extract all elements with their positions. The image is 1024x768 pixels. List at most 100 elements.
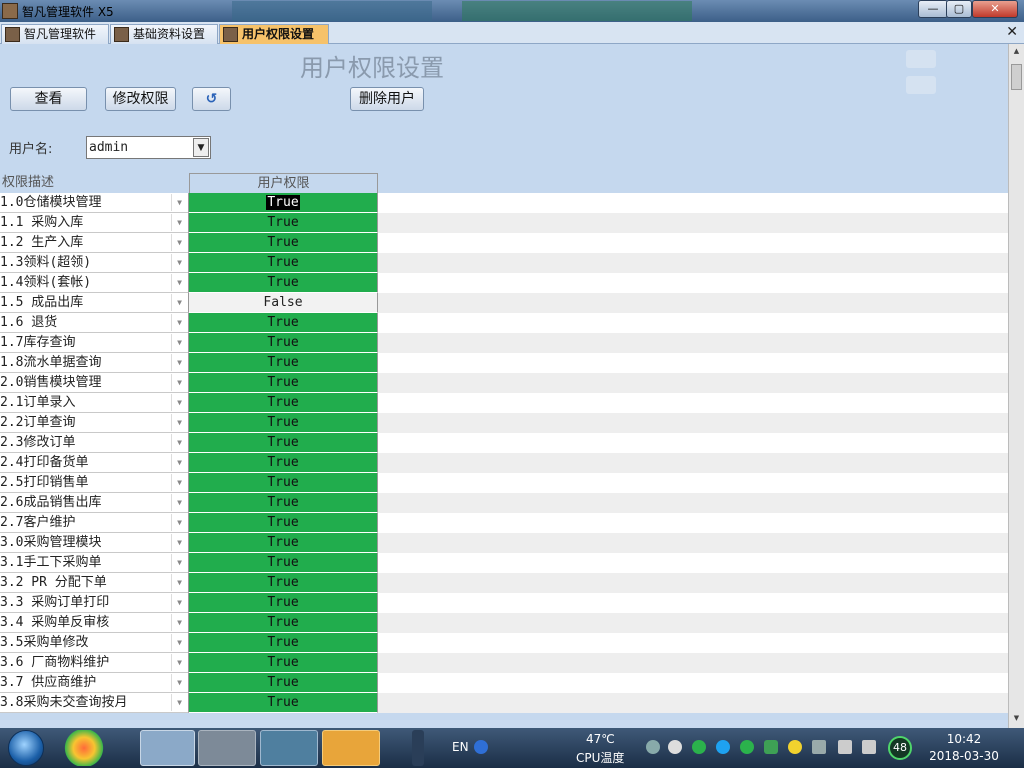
start-button[interactable] [8,730,44,766]
permission-description[interactable]: 1.6 退货 ▼ [0,313,189,333]
permission-description[interactable]: 1.4领料(套帐) ▼ [0,273,189,293]
permission-value-cell[interactable]: True [189,693,378,713]
chevron-down-icon[interactable]: ▼ [171,614,187,631]
column-header-permission[interactable]: 用户权限 [189,173,378,193]
chevron-down-icon[interactable]: ▼ [171,694,187,711]
taskbar-app-photo[interactable] [260,730,318,766]
minimize-button[interactable]: — [918,0,948,18]
chevron-down-icon[interactable]: ▼ [171,594,187,611]
close-button[interactable]: ✕ [972,0,1018,18]
permission-value-cell[interactable]: True [189,213,378,233]
permission-description[interactable]: 3.6 厂商物料维护 ▼ [0,653,189,673]
network-icon[interactable] [838,740,852,754]
taskbar-scroll[interactable] [412,730,424,766]
chevron-down-icon[interactable]: ▼ [171,554,187,571]
chevron-down-icon[interactable]: ▼ [171,254,187,271]
chevron-down-icon[interactable]: ▼ [171,274,187,291]
scroll-down-icon[interactable]: ▼ [1011,714,1022,726]
help-icon[interactable] [474,740,488,754]
chevron-down-icon[interactable]: ▼ [171,514,187,531]
green-app-icon[interactable] [692,740,706,754]
user-icon[interactable] [646,740,660,754]
chevron-down-icon[interactable]: ▼ [171,374,187,391]
chevron-down-icon[interactable]: ▼ [171,494,187,511]
permission-value-cell[interactable]: True [189,233,378,253]
taskbar-app-printer[interactable] [198,730,256,766]
permission-description[interactable]: 3.8采购未交查询按月 ▼ [0,693,189,713]
permission-description[interactable]: 3.4 采购单反审核 ▼ [0,613,189,633]
permission-value-cell[interactable]: True [189,333,378,353]
permission-description[interactable]: 2.4打印备货单 ▼ [0,453,189,473]
permission-value-cell[interactable]: True [189,553,378,573]
chevron-down-icon[interactable]: ▼ [171,314,187,331]
chevron-down-icon[interactable]: ▼ [171,654,187,671]
scroll-thumb[interactable] [1011,64,1022,90]
security-icon[interactable] [812,740,826,754]
chevron-down-icon[interactable]: ▼ [171,454,187,471]
permission-value-cell[interactable]: True [189,513,378,533]
chevron-down-icon[interactable]: ▼ [171,394,187,411]
permission-value-cell[interactable]: True [189,653,378,673]
permission-value-cell[interactable]: True [189,313,378,333]
permission-value-cell[interactable]: False [189,293,378,313]
permission-description[interactable]: 1.8流水单据查询 ▼ [0,353,189,373]
scroll-up-icon[interactable]: ▲ [1011,47,1022,59]
permission-description[interactable]: 1.5 成品出库 ▼ [0,293,189,313]
chevron-down-icon[interactable]: ▼ [171,434,187,451]
tab-main[interactable]: 智凡管理软件 [1,24,109,44]
vertical-scrollbar[interactable]: ▲ ▼ [1008,44,1024,730]
permission-value-cell[interactable]: True [189,593,378,613]
chevron-down-icon[interactable]: ▼ [171,234,187,251]
permission-description[interactable]: 2.1订单录入 ▼ [0,393,189,413]
chevron-down-icon[interactable]: ▼ [171,294,187,311]
chevron-down-icon[interactable]: ▼ [171,474,187,491]
permission-value-cell[interactable]: True [189,353,378,373]
permission-description[interactable]: 2.0销售模块管理 ▼ [0,373,189,393]
clock-date[interactable]: 2018-03-30 [924,749,1004,763]
permission-description[interactable]: 2.5打印销售单 ▼ [0,473,189,493]
permission-description[interactable]: 1.1 采购入库 ▼ [0,213,189,233]
username-select[interactable]: admin ▼ [86,136,211,159]
chevron-down-icon[interactable]: ▼ [171,674,187,691]
clock-time[interactable]: 10:42 [944,732,984,746]
permission-value-cell[interactable]: True [189,473,378,493]
permission-value-cell[interactable]: True [189,253,378,273]
permission-description[interactable]: 3.2 PR 分配下单 ▼ [0,573,189,593]
permission-description[interactable]: 1.0仓储模块管理 ▼ [0,193,189,213]
shield-icon[interactable] [764,740,778,754]
permission-value-cell[interactable]: True [189,453,378,473]
tab-close-icon[interactable]: ✕ [1006,24,1018,40]
tab-user-permissions[interactable]: 用户权限设置 [219,24,329,44]
view-button[interactable]: 查看 [10,87,87,111]
permission-value-cell[interactable]: True [189,393,378,413]
undo-button[interactable]: ↺ [192,87,231,111]
permission-value-cell[interactable]: True [189,633,378,653]
permission-description[interactable]: 3.7 供应商维护 ▼ [0,673,189,693]
permission-description[interactable]: 3.3 采购订单打印 ▼ [0,593,189,613]
chevron-down-icon[interactable]: ▼ [171,534,187,551]
permission-value-cell[interactable]: True [189,413,378,433]
wechat-icon[interactable] [740,740,754,754]
column-header-description[interactable]: 权限描述 [2,173,188,193]
chevron-down-icon[interactable]: ▼ [171,194,187,211]
performance-badge[interactable]: 48 [888,736,912,760]
permission-description[interactable]: 2.2订单查询 ▼ [0,413,189,433]
permission-value-cell[interactable]: True [189,533,378,553]
permission-description[interactable]: 2.3修改订单 ▼ [0,433,189,453]
permission-description[interactable]: 2.7客户维护 ▼ [0,513,189,533]
taskbar-app-wechat[interactable] [322,730,380,766]
app-launcher-icon[interactable] [64,730,104,766]
permission-value-cell[interactable]: True [189,433,378,453]
permission-value-cell[interactable]: True [189,373,378,393]
permission-value-cell[interactable]: True [189,673,378,693]
chevron-down-icon[interactable]: ▼ [171,634,187,651]
delete-user-button[interactable]: 删除用户 [350,87,424,111]
permission-value-cell[interactable]: True [189,493,378,513]
permission-value-cell[interactable]: True [189,193,378,213]
language-indicator[interactable]: EN [452,740,469,754]
chevron-down-icon[interactable]: ▼ [171,574,187,591]
taskbar-app-smartfan[interactable] [140,730,195,766]
chevron-down-icon[interactable]: ▼ [171,214,187,231]
permission-description[interactable]: 1.2 生产入库 ▼ [0,233,189,253]
qq-icon[interactable] [716,740,730,754]
